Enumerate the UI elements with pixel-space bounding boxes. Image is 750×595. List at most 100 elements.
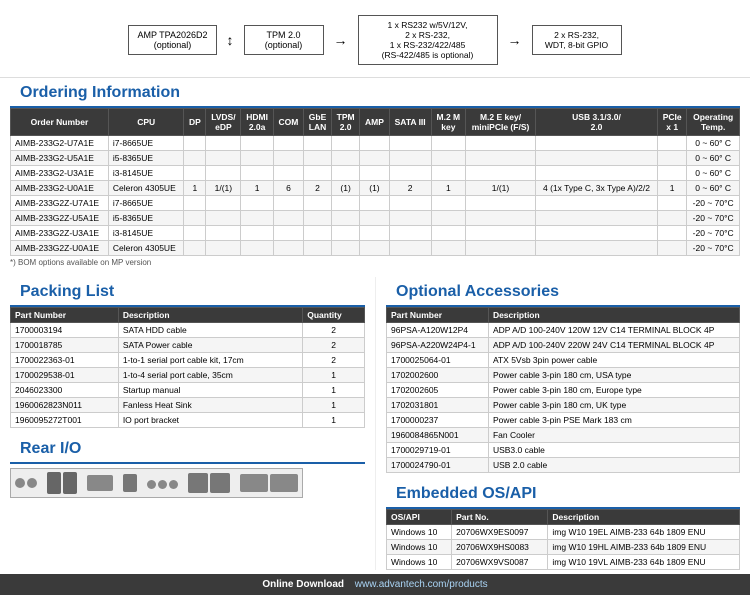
ordering-row: AIMB-233G2Z-U7A1Ei7-8665UE-20 ~ 70°C — [11, 196, 740, 211]
col-dp: DP — [184, 109, 206, 136]
ordering-cell: 0 ~ 60° C — [687, 151, 740, 166]
optional-cell: Power cable 3-pin 180 cm, USA type — [488, 368, 739, 383]
ordering-cell — [273, 241, 303, 256]
optional-cell: 1700024790-01 — [387, 458, 489, 473]
ordering-cell — [184, 226, 206, 241]
ordering-cell — [431, 196, 465, 211]
ordering-cell: 6 — [273, 181, 303, 196]
embedded-cell: 20706WX9ES0097 — [452, 525, 548, 540]
optional-table: Part Number Description 96PSA-A120W12P4A… — [386, 307, 740, 473]
ordering-row: AIMB-233G2-U0A1ECeleron 4305UE11/(1)162(… — [11, 181, 740, 196]
col-com: COM — [273, 109, 303, 136]
ordering-cell — [206, 136, 241, 151]
ordering-cell: (1) — [360, 181, 389, 196]
ordering-cell — [536, 136, 658, 151]
ordering-cell: Celeron 4305UE — [108, 181, 184, 196]
ordering-cell — [304, 211, 332, 226]
ordering-cell — [184, 166, 206, 181]
ordering-cell — [465, 166, 535, 181]
embedded-cell: Windows 10 — [387, 540, 452, 555]
ordering-cell — [657, 211, 686, 226]
ordering-table: Order Number CPU DP LVDS/eDP HDMI2.0a CO… — [10, 108, 740, 256]
col-m2m: M.2 Mkey — [431, 109, 465, 136]
ordering-cell — [273, 211, 303, 226]
ordering-cell — [206, 241, 241, 256]
ordering-cell: -20 ~ 70°C — [687, 241, 740, 256]
embedded-row: Windows 1020706WX9ES0097img W10 19EL AIM… — [387, 525, 740, 540]
footer-url[interactable]: www.advantech.com/products — [355, 579, 488, 590]
optional-cell: 96PSA-A120W12P4 — [387, 323, 489, 338]
col-lvds: LVDS/eDP — [206, 109, 241, 136]
optional-cell: 1702002600 — [387, 368, 489, 383]
ordering-cell — [331, 136, 359, 151]
ordering-cell: i7-8665UE — [108, 136, 184, 151]
port-serial-1 — [240, 474, 268, 492]
ordering-cell: AIMB-233G2Z-U0A1E — [11, 241, 109, 256]
ordering-cell: -20 ~ 70°C — [687, 211, 740, 226]
ordering-cell — [657, 226, 686, 241]
ordering-cell — [206, 211, 241, 226]
ordering-cell — [241, 166, 273, 181]
packing-row: 1960095272T001IO port bracket1 — [11, 413, 365, 428]
ordering-cell: AIMB-233G2Z-U5A1E — [11, 211, 109, 226]
ordering-cell: Celeron 4305UE — [108, 241, 184, 256]
ordering-header: Ordering Information — [10, 78, 740, 108]
ordering-cell — [304, 196, 332, 211]
packing-cell: IO port bracket — [118, 413, 302, 428]
ordering-cell — [360, 136, 389, 151]
ordering-cell: AIMB-233G2-U3A1E — [11, 166, 109, 181]
ordering-cell — [536, 151, 658, 166]
packing-table: Part Number Description Quantity 1700003… — [10, 307, 365, 428]
ordering-cell — [431, 211, 465, 226]
optional-row: 1702002605Power cable 3-pin 180 cm, Euro… — [387, 383, 740, 398]
footer: Online Download www.advantech.com/produc… — [0, 574, 750, 595]
packing-cell: 1 — [303, 368, 365, 383]
ordering-cell — [331, 196, 359, 211]
ordering-cell: 0 ~ 60° C — [687, 136, 740, 151]
ordering-cell — [360, 226, 389, 241]
ordering-cell: -20 ~ 70°C — [687, 196, 740, 211]
col-left: Packing List Part Number Description Qua… — [10, 277, 375, 570]
ordering-cell — [657, 241, 686, 256]
ordering-cell: 2 — [304, 181, 332, 196]
ordering-cell — [273, 226, 303, 241]
optional-cell: 1702031801 — [387, 398, 489, 413]
col-tpm: TPM2.0 — [331, 109, 359, 136]
embedded-cell: 20706WX9HS0083 — [452, 540, 548, 555]
ordering-cell — [536, 241, 658, 256]
optional-cell: 1700000237 — [387, 413, 489, 428]
optional-row: 96PSA-A220W24P4-1ADP A/D 100-240V 220W 2… — [387, 338, 740, 353]
ordering-cell — [304, 151, 332, 166]
ordering-cell — [465, 211, 535, 226]
ordering-cell — [206, 166, 241, 181]
ordering-cell: i5-8365UE — [108, 151, 184, 166]
packing-col-desc: Description — [118, 308, 302, 323]
diagram-area: AMP TPA2026D2(optional) ↕ TPM 2.0(option… — [0, 0, 750, 78]
packing-row: 1960062823N011Fanless Heat Sink1 — [11, 398, 365, 413]
rear-io-image — [10, 468, 365, 498]
optional-cell: ATX 5Vsb 3pin power cable — [488, 353, 739, 368]
ordering-cell — [241, 226, 273, 241]
arrows-rs232: → — [508, 32, 522, 48]
ordering-row: AIMB-233G2Z-U0A1ECeleron 4305UE -20 ~ 70°… — [11, 241, 740, 256]
optional-row: 1960084865N001Fan Cooler — [387, 428, 740, 443]
ordering-cell — [465, 226, 535, 241]
optional-cell: Power cable 3-pin PSE Mark 183 cm — [488, 413, 739, 428]
ordering-cell — [184, 196, 206, 211]
ordering-cell: 0 ~ 60° C — [687, 181, 740, 196]
ordering-cell — [657, 196, 686, 211]
col-right: Optional Accessories Part Number Descrip… — [375, 277, 740, 570]
ordering-cell: 1/(1) — [206, 181, 241, 196]
ordering-cell — [465, 151, 535, 166]
optional-row: 1702031801Power cable 3-pin 180 cm, UK t… — [387, 398, 740, 413]
packing-cell: 1700029538-01 — [11, 368, 119, 383]
optional-cell: USB3.0 cable — [488, 443, 739, 458]
embedded-cell: img W10 19VL AIMB-233 64b 1809 ENU — [548, 555, 740, 570]
ordering-cell — [536, 226, 658, 241]
ordering-cell — [273, 151, 303, 166]
col-hdmi: HDMI2.0a — [241, 109, 273, 136]
optional-cell: USB 2.0 cable — [488, 458, 739, 473]
port-audio-3 — [169, 480, 178, 489]
optional-cell: Power cable 3-pin 180 cm, UK type — [488, 398, 739, 413]
ordering-cell — [465, 241, 535, 256]
